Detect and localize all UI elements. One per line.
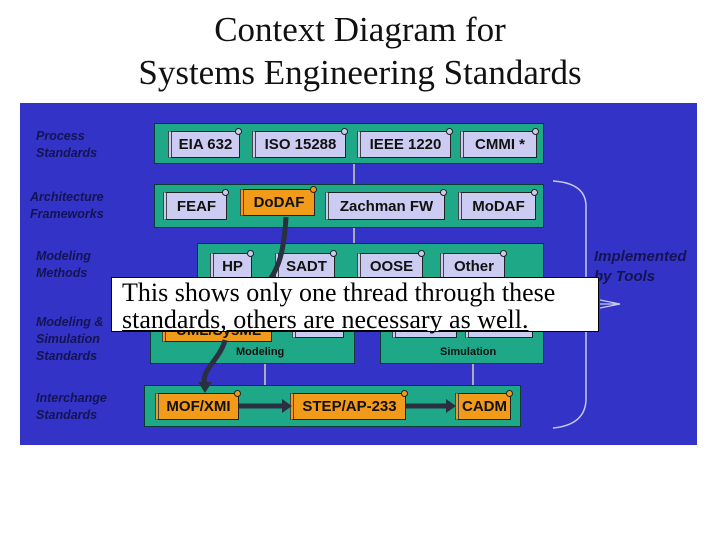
- tools-arrow: [599, 299, 621, 309]
- callout-note: This shows only one thread through these…: [111, 277, 599, 333]
- thread-arrowhead: [282, 399, 292, 413]
- thread-arrowhead: [198, 382, 212, 393]
- thread-arrowhead: [446, 399, 456, 413]
- tools-label: Implemented by Tools: [594, 248, 687, 285]
